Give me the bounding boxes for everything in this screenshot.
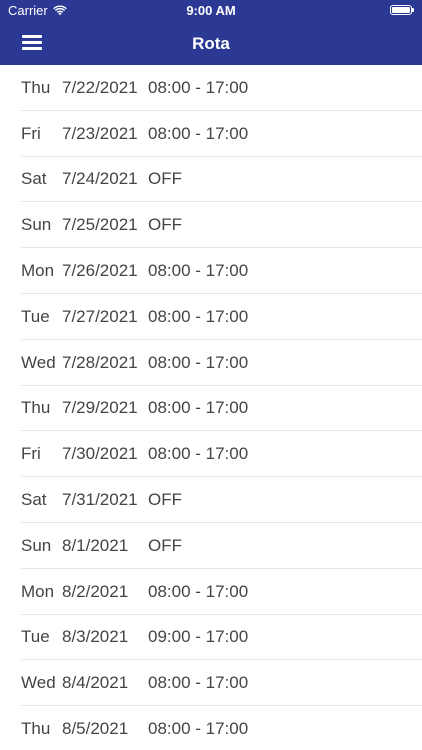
rota-row[interactable]: Tue 8/3/2021 09:00 - 17:00 — [0, 615, 422, 661]
rota-row[interactable]: Sat 7/31/2021 OFF — [0, 477, 422, 523]
battery-level — [392, 7, 410, 13]
rota-shift: 08:00 - 17:00 — [148, 673, 249, 693]
rota-date: 7/22/2021 — [62, 77, 138, 97]
rota-day: Fri — [21, 123, 41, 143]
rota-shift: OFF — [148, 490, 182, 510]
rota-row[interactable]: Wed 7/28/2021 08:00 - 17:00 — [0, 340, 422, 386]
rota-day: Tue — [21, 306, 50, 326]
page-title: Rota — [192, 34, 230, 53]
app-header: Carrier 9:00 AM Rota — [0, 0, 422, 65]
rota-date: 8/3/2021 — [62, 627, 129, 647]
rota-day: Sat — [21, 169, 47, 189]
rota-row[interactable]: Sat 7/24/2021 OFF — [0, 157, 422, 203]
rota-date: 8/1/2021 — [62, 535, 129, 555]
rota-row[interactable]: Sun 7/25/2021 OFF — [0, 202, 422, 248]
rota-row[interactable]: Fri 7/23/2021 08:00 - 17:00 — [0, 111, 422, 157]
rota-shift: 08:00 - 17:00 — [148, 261, 249, 281]
rota-day: Tue — [21, 627, 50, 647]
rota-day: Thu — [21, 77, 51, 97]
rota-date: 7/31/2021 — [62, 490, 138, 510]
rota-date: 8/4/2021 — [62, 673, 129, 693]
rota-row[interactable]: Mon 8/2/2021 08:00 - 17:00 — [0, 569, 422, 615]
rota-day: Sun — [21, 535, 52, 555]
rota-day: Wed — [21, 673, 56, 693]
rota-shift: 09:00 - 17:00 — [148, 627, 249, 647]
navigation-bar: Rota — [0, 22, 422, 65]
rota-date: 7/26/2021 — [62, 261, 138, 281]
battery-icon — [390, 5, 414, 15]
rota-row[interactable]: Thu 8/5/2021 08:00 - 17:00 — [0, 706, 422, 750]
rota-date: 7/25/2021 — [62, 215, 138, 235]
rota-shift: OFF — [148, 169, 182, 189]
rota-day: Mon — [21, 261, 55, 281]
rota-row[interactable]: Sun 8/1/2021 OFF — [0, 523, 422, 569]
rota-day: Mon — [21, 581, 55, 601]
status-bar: Carrier 9:00 AM — [0, 0, 422, 22]
rota-day: Thu — [21, 719, 51, 739]
rota-row[interactable]: Thu 7/22/2021 08:00 - 17:00 — [0, 65, 422, 111]
rota-day: Wed — [21, 352, 56, 372]
rota-shift: 08:00 - 17:00 — [148, 719, 249, 739]
rota-row[interactable]: Thu 7/29/2021 08:00 - 17:00 — [0, 386, 422, 432]
rota-shift: 08:00 - 17:00 — [148, 444, 249, 464]
rota-date: 7/23/2021 — [62, 123, 138, 143]
rota-day: Thu — [21, 398, 51, 418]
status-time: 9:00 AM — [186, 3, 236, 18]
rota-row[interactable]: Tue 7/27/2021 08:00 - 17:00 — [0, 294, 422, 340]
rota-shift: 08:00 - 17:00 — [148, 123, 249, 143]
rota-row[interactable]: Mon 7/26/2021 08:00 - 17:00 — [0, 248, 422, 294]
rota-day: Fri — [21, 444, 41, 464]
rota-date: 7/27/2021 — [62, 306, 138, 326]
rota-shift: 08:00 - 17:00 — [148, 581, 249, 601]
rota-list[interactable]: Thu 7/22/2021 08:00 - 17:00 Fri 7/23/2021 08:… — [0, 65, 422, 750]
rota-day: Sun — [21, 215, 52, 235]
rota-shift: 08:00 - 17:00 — [148, 398, 249, 418]
rota-date: 7/30/2021 — [62, 444, 138, 464]
rota-shift: 08:00 - 17:00 — [148, 352, 249, 372]
rota-date: 7/24/2021 — [62, 169, 138, 189]
rota-row[interactable]: Wed 8/4/2021 08:00 - 17:00 — [0, 660, 422, 706]
rota-shift: OFF — [148, 535, 182, 555]
rota-date: 8/5/2021 — [62, 719, 129, 739]
rota-shift: OFF — [148, 215, 182, 235]
rota-date: 8/2/2021 — [62, 581, 129, 601]
rota-row[interactable]: Fri 7/30/2021 08:00 - 17:00 — [0, 431, 422, 477]
rota-shift: 08:00 - 17:00 — [148, 77, 249, 97]
rota-shift: 08:00 - 17:00 — [148, 306, 249, 326]
rota-day: Sat — [21, 490, 47, 510]
rota-date: 7/29/2021 — [62, 398, 138, 418]
rota-date: 7/28/2021 — [62, 352, 138, 372]
